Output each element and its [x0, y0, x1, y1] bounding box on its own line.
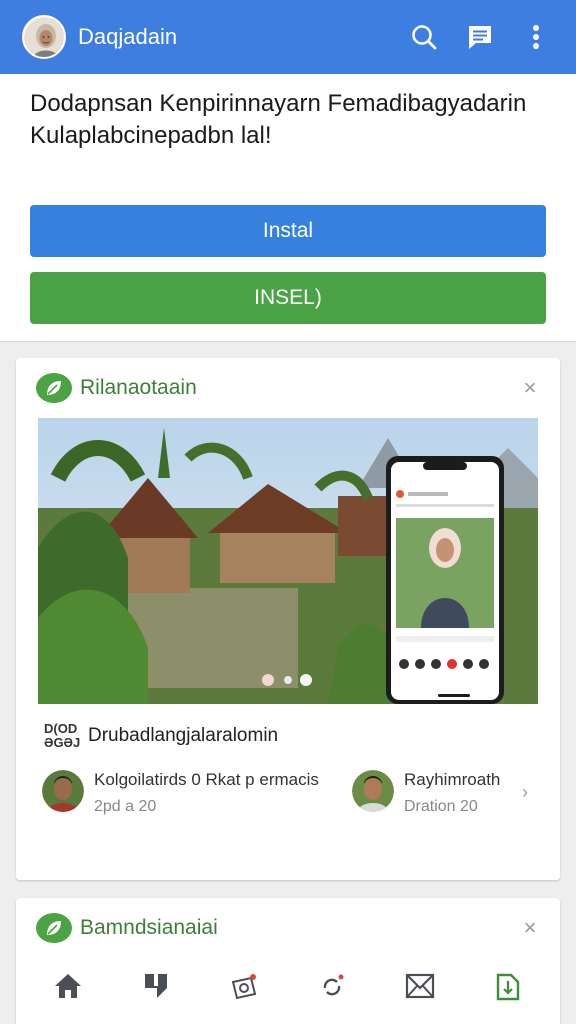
person-text: Rayhimroath Dration 20 — [404, 770, 500, 816]
chevron-right-icon[interactable]: › — [522, 782, 528, 803]
person-sub: 2pd a 20 — [94, 798, 157, 815]
card-title: Rilanaotaain — [80, 376, 197, 399]
shortcuts-card: Bamndsianaiai × — [16, 898, 560, 1024]
bookmark-icon[interactable] — [488, 968, 528, 1004]
shortcut-bar — [16, 966, 560, 1006]
person-sub: Dration 20 — [404, 798, 478, 815]
install-message: Dodapnsan Kenpirinnayarn Femadibagyadari… — [30, 90, 527, 149]
install-panel: Dodapnsan Kenpirinnayarn Femadibagyadari… — [0, 74, 576, 342]
inbox-icon[interactable] — [400, 968, 440, 1004]
home-icon[interactable] — [48, 968, 88, 1004]
person-name: Kolgoilatirds 0 Rkat p ermacis — [94, 770, 319, 789]
person-text: Kolgoilatirds 0 Rkat p ermacis 2pd a 20 — [94, 770, 319, 816]
more-vert-icon[interactable] — [514, 15, 558, 59]
person-item[interactable]: Rayhimroath Dration 20 — [352, 770, 500, 816]
caption: D(OD ƏGƏJ Drubadlangjalaralomin — [44, 722, 278, 750]
quote-icon[interactable] — [136, 968, 176, 1004]
avatar — [352, 770, 394, 812]
chat-icon[interactable] — [458, 15, 502, 59]
card-header: Rilanaotaain × — [36, 372, 542, 404]
search-icon[interactable] — [402, 15, 446, 59]
person-name: Rayhimroath — [404, 770, 501, 789]
app-title: Daqjadain — [78, 24, 178, 49]
carousel-dot[interactable] — [262, 674, 274, 686]
card-header: Bamndsianaiai × — [36, 912, 542, 944]
avatar — [42, 770, 84, 812]
person-item[interactable]: Kolgoilatirds 0 Rkat p ermacis 2pd a 20 — [42, 770, 319, 816]
hero-image[interactable] — [38, 418, 538, 704]
insel-button[interactable]: INSEL) — [30, 272, 546, 324]
sync-icon[interactable] — [312, 968, 352, 1004]
close-icon[interactable]: × — [518, 915, 542, 941]
leaf-icon — [36, 913, 72, 943]
camera-icon[interactable] — [224, 968, 264, 1004]
avatar[interactable] — [22, 15, 66, 59]
app-bar: Daqjadain — [0, 0, 576, 74]
caption-tag: D(OD ƏGƏJ — [44, 721, 81, 750]
close-icon[interactable]: × — [518, 375, 542, 401]
caption-text: Drubadlangjalaralomin — [88, 725, 279, 746]
carousel-dot[interactable] — [300, 674, 312, 686]
feature-card: Rilanaotaain × D(OD ƏGƏJ Drubadlangjalar… — [16, 358, 560, 880]
card-title: Bamndsianaiai — [80, 916, 218, 939]
leaf-icon — [36, 373, 72, 403]
carousel-dot[interactable] — [284, 676, 292, 684]
install-button[interactable]: Instal — [30, 205, 546, 257]
